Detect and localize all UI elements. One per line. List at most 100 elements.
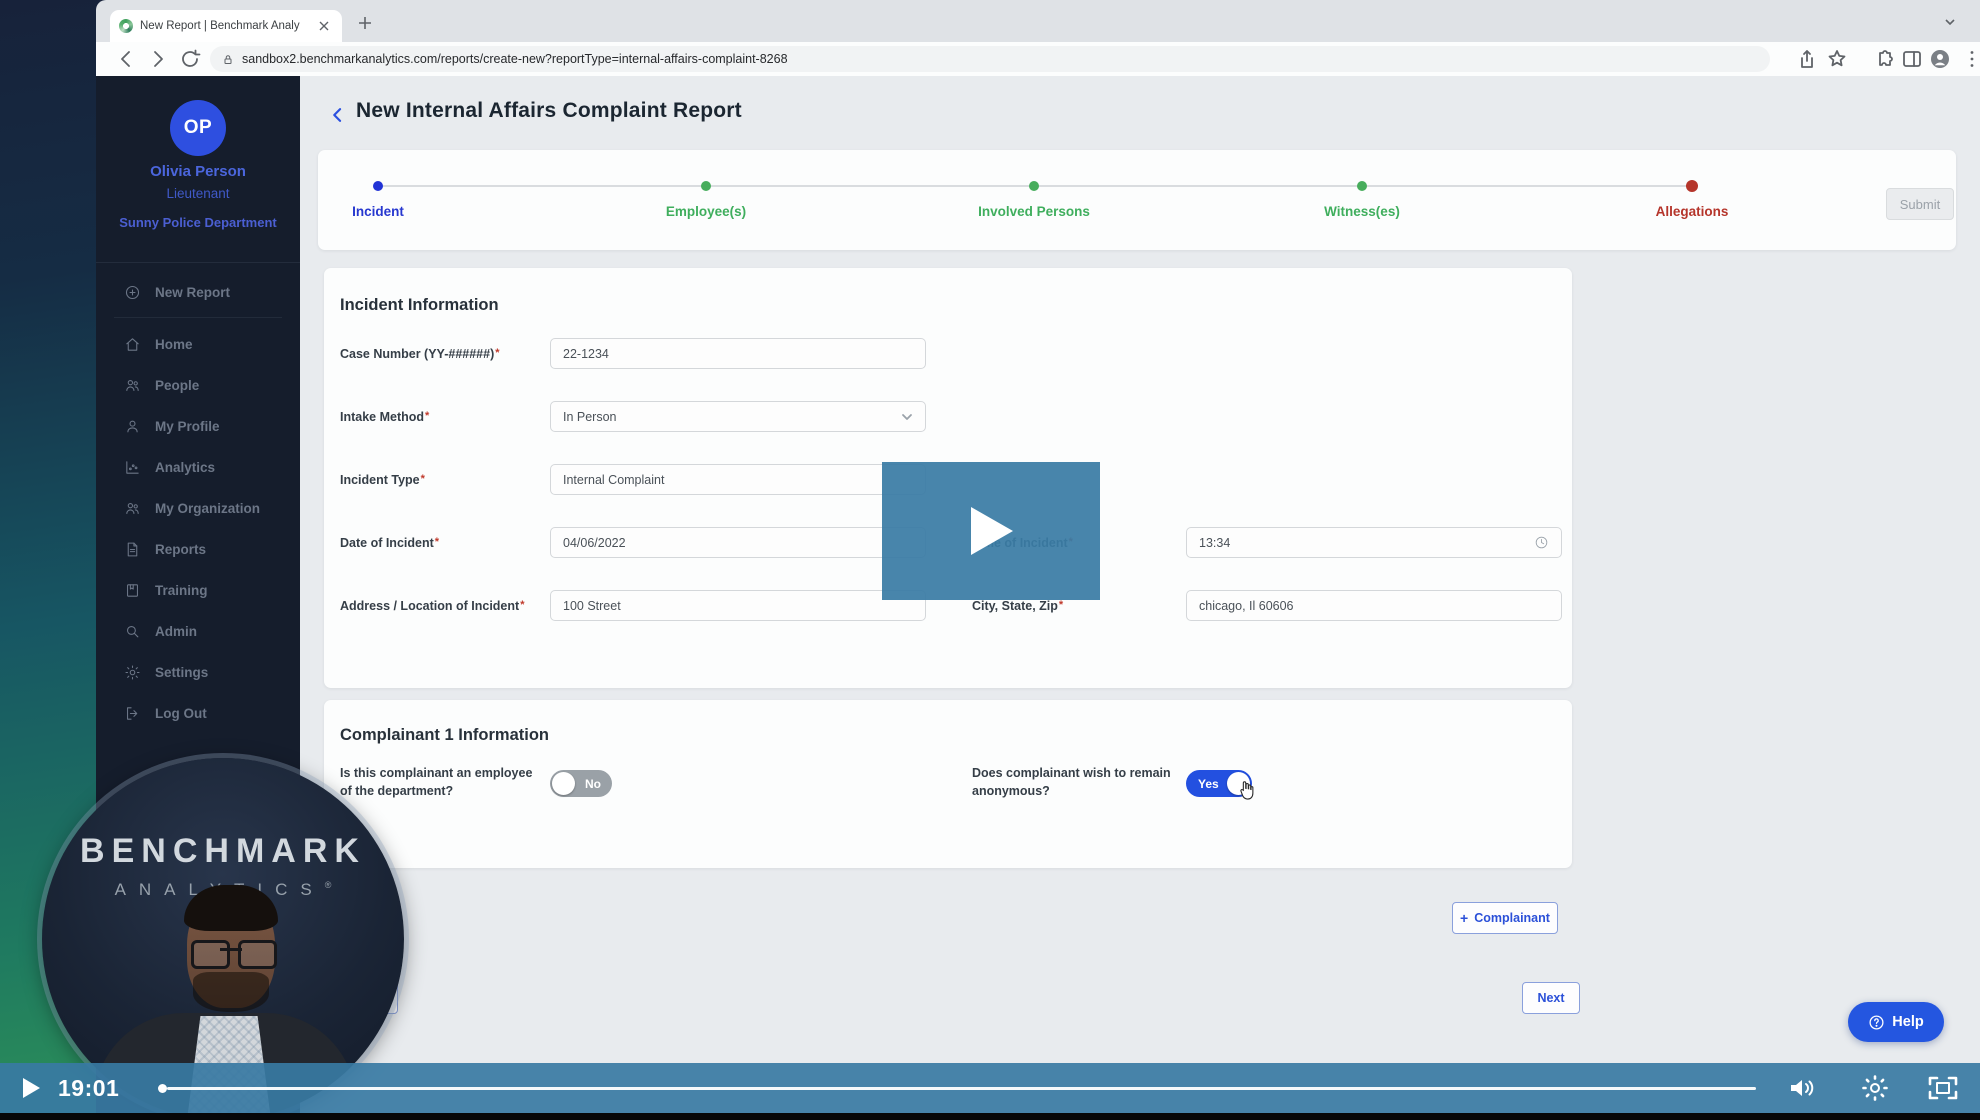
play-icon [971,507,1013,555]
magnifier-icon [127,625,139,637]
progress-track[interactable] [167,1087,1756,1090]
plus-icon: + [1460,910,1469,926]
presenter-beard [193,972,269,1012]
toggle-knob [552,772,575,795]
plus-circle-icon [125,285,140,299]
user-organization: Sunny Police Department [119,215,277,230]
new-tab-icon[interactable] [358,16,372,30]
benchmark-wordmark: BENCHMARK [80,832,366,870]
stepper-card: Incident Employee(s) Involved Persons Wi… [318,150,1956,250]
sidebar-item-new-report[interactable]: New Report [96,272,300,312]
add-complainant-button[interactable]: + Complainant [1452,902,1558,934]
section-title: Incident Information [340,296,499,314]
employee-toggle[interactable]: No [550,770,612,797]
sidebar-divider [96,262,300,263]
step-dot-allegations[interactable] [1686,180,1698,192]
page-title: New Internal Affairs Complaint Report [356,99,742,122]
sidebar-item-settings[interactable]: Settings [96,652,300,692]
chevron-down-icon [902,413,912,420]
case-number-input[interactable]: 22-1234 [550,338,926,369]
mouse-cursor-hand-icon [1240,781,1254,800]
tab-title: New Report | Benchmark Analy [140,20,300,32]
step-label-involved-persons[interactable]: Involved Persons [978,204,1090,219]
date-of-incident-label: Date of Incident* [340,536,440,550]
sidebar-item-reports[interactable]: Reports [96,529,300,569]
step-dot-witnesses[interactable] [1357,181,1367,191]
browser-toolbar: sandbox2.benchmarkanalytics.com/reports/… [96,42,1980,77]
complainant-card: Complainant 1 Information Is this compla… [324,700,1572,868]
logout-icon [127,706,138,720]
city-state-zip-input[interactable]: chicago, Il 60606 [1186,590,1562,621]
browser-tab[interactable]: New Report | Benchmark Analy [110,10,342,42]
organization-icon [126,502,139,514]
playback-time: 19:01 [58,1075,120,1101]
step-label-incident[interactable]: Incident [352,204,404,219]
refresh-icon[interactable] [178,47,202,71]
player-settings-gear-icon[interactable] [1862,1075,1888,1101]
sidebar-item-home[interactable]: Home [96,324,300,364]
home-icon [126,337,139,351]
submit-button[interactable]: Submit [1886,188,1954,220]
bookmark-star-icon[interactable] [1825,47,1849,71]
step-label-witnesses[interactable]: Witness(es) [1324,204,1400,219]
sidebar-item-analytics[interactable]: Analytics [96,447,300,487]
document-icon [127,542,138,556]
intake-method-select[interactable]: In Person [550,401,926,432]
city-state-zip-label: City, State, Zip* [972,599,1064,613]
sidebar-item-my-profile[interactable]: My Profile [96,406,300,446]
step-label-allegations[interactable]: Allegations [1656,204,1729,219]
user-role: Lieutenant [166,186,230,201]
step-dot-incident[interactable] [373,181,383,191]
video-play-overlay[interactable] [882,462,1100,600]
side-panel-icon[interactable] [1900,47,1924,71]
browser-tab-bar: New Report | Benchmark Analy [96,0,1980,42]
tab-search-chevron-icon[interactable] [1944,16,1956,28]
next-button[interactable]: Next [1522,982,1580,1014]
step-label-employees[interactable]: Employee(s) [666,204,746,219]
person-icon [127,420,138,432]
sidebar-item-people[interactable]: People [96,365,300,405]
sidebar-item-log-out[interactable]: Log Out [96,693,300,733]
forward-icon[interactable] [146,47,170,71]
training-icon [127,583,138,597]
playhead-handle[interactable] [158,1084,167,1093]
user-name: Olivia Person [150,163,246,180]
date-of-incident-input[interactable]: 04/06/2022 [550,527,926,558]
glasses-right-lens [238,940,277,969]
incident-type-input[interactable]: Internal Complaint [550,464,926,495]
player-play-icon[interactable] [22,1077,41,1099]
back-chevron-icon[interactable] [328,105,348,125]
sidebar-divider [114,317,282,318]
step-dot-involved-persons[interactable] [1029,181,1039,191]
user-avatar[interactable]: OP [170,100,226,156]
sidebar-item-training[interactable]: Training [96,570,300,610]
share-icon[interactable] [1795,47,1819,71]
tab-close-icon[interactable] [319,21,329,31]
sidebar-item-admin[interactable]: Admin [96,611,300,651]
step-dot-employees[interactable] [701,181,711,191]
profile-avatar-icon[interactable] [1928,47,1952,71]
case-number-label: Case Number (YY-######)* [340,347,500,361]
sidebar-item-my-organization[interactable]: My Organization [96,488,300,528]
fullscreen-icon[interactable] [1928,1076,1958,1100]
back-icon[interactable] [114,47,138,71]
glasses-left-lens [191,940,230,969]
browser-menu-kebab-icon[interactable] [1960,47,1980,71]
video-frame-bottom-edge [0,1113,1980,1120]
url-text: sandbox2.benchmarkanalytics.com/reports/… [242,52,788,66]
address-bar[interactable]: sandbox2.benchmarkanalytics.com/reports/… [210,46,1770,72]
question-circle-icon [1869,1014,1884,1030]
site-favicon-icon [119,19,133,33]
address-label: Address / Location of Incident* [340,599,525,613]
people-icon [126,379,139,391]
volume-icon[interactable] [1788,1075,1818,1101]
employee-question: Is this complainant an employee of the d… [340,766,533,799]
section-title: Complainant 1 Information [340,726,550,744]
address-input[interactable]: 100 Street [550,590,926,621]
extensions-puzzle-icon[interactable] [1872,47,1896,71]
anonymous-question: Does complainant wish to remain anonymou… [972,766,1171,799]
help-button[interactable]: Help [1848,1002,1944,1042]
analytics-chart-icon [126,460,139,474]
incident-type-label: Incident Type* [340,473,425,487]
time-of-incident-input[interactable]: 13:34 [1186,527,1562,558]
